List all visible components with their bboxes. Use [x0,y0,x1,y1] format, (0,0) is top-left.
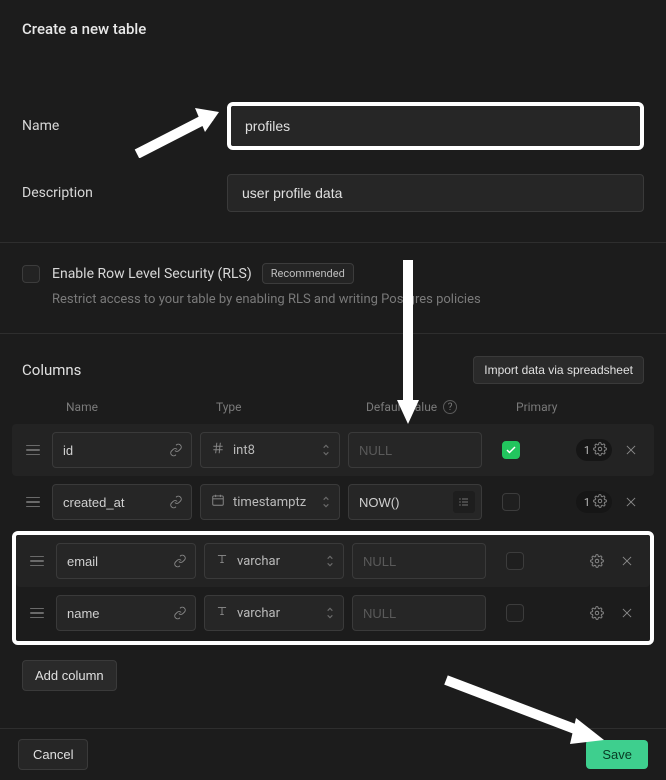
column-name-input[interactable] [63,443,157,458]
column-default-input-wrap [352,595,486,631]
link-icon[interactable] [173,606,187,620]
rls-description: Restrict access to your table by enablin… [52,292,644,307]
drag-handle-icon[interactable] [26,608,48,619]
settings-count-pill[interactable]: 1 [576,491,612,513]
column-row: int8 1 [12,424,654,476]
column-default-input[interactable] [359,443,447,458]
table-desc-label: Description [22,185,227,201]
column-name-input-wrap [52,484,192,520]
link-icon[interactable] [173,554,187,568]
list-icon[interactable] [453,491,475,513]
gear-icon [593,494,607,511]
column-row: varchar [16,587,650,639]
column-type-select[interactable]: varchar [204,595,344,631]
primary-checkbox[interactable] [502,441,520,459]
rls-recommended-badge: Recommended [262,263,354,284]
settings-count-pill[interactable]: 1 [576,439,612,461]
hash-icon [211,441,225,459]
columns-header-row: Name Type Default Value ? Primary [0,390,666,424]
updown-icon [325,606,335,620]
page-title: Create a new table [22,20,644,38]
rls-checkbox[interactable] [22,265,40,283]
column-type-label: timestamptz [233,495,306,510]
column-name-input[interactable] [63,495,157,510]
column-default-input[interactable] [359,495,447,510]
primary-checkbox[interactable] [506,604,524,622]
column-name-input-wrap [56,595,196,631]
column-default-input[interactable] [363,554,451,569]
settings-count: 1 [584,444,590,457]
cancel-button[interactable]: Cancel [18,739,88,770]
primary-checkbox[interactable] [506,552,524,570]
col-header-default: Default Value [366,400,437,414]
text-icon [215,552,229,570]
rls-title: Enable Row Level Security (RLS) [52,266,252,282]
columns-title: Columns [22,361,81,379]
gear-icon[interactable] [586,550,608,572]
column-name-input[interactable] [67,554,161,569]
column-default-input-wrap [348,484,482,520]
col-header-type: Type [216,400,366,414]
primary-checkbox[interactable] [502,493,520,511]
link-icon[interactable] [169,443,183,457]
updown-icon [321,443,331,457]
gear-icon [593,442,607,459]
add-column-button[interactable]: Add column [22,660,117,691]
column-row: timestamptz 1 [12,476,654,528]
table-name-input[interactable] [231,106,640,146]
column-type-label: varchar [237,554,280,569]
column-name-input[interactable] [67,606,161,621]
updown-icon [321,495,331,509]
save-button[interactable]: Save [586,740,648,769]
import-spreadsheet-button[interactable]: Import data via spreadsheet [473,356,644,384]
column-type-label: varchar [237,606,280,621]
drag-handle-icon[interactable] [26,556,48,567]
column-name-input-wrap [52,432,192,468]
column-type-select[interactable]: int8 [200,432,340,468]
column-type-select[interactable]: timestamptz [200,484,340,520]
column-type-select[interactable]: varchar [204,543,344,579]
col-header-primary: Primary [516,400,616,414]
calendar-icon [211,493,225,511]
close-icon[interactable] [620,439,642,461]
column-default-input-wrap [348,432,482,468]
table-desc-input[interactable] [227,174,644,212]
drag-handle-icon[interactable] [22,497,44,508]
close-icon[interactable] [620,491,642,513]
column-name-input-wrap [56,543,196,579]
drag-handle-icon[interactable] [22,445,44,456]
column-default-input-wrap [352,543,486,579]
gear-icon[interactable] [586,602,608,624]
column-type-label: int8 [233,443,255,458]
close-icon[interactable] [616,550,638,572]
updown-icon [325,554,335,568]
col-header-name: Name [66,400,216,414]
column-default-input[interactable] [363,606,451,621]
text-icon [215,604,229,622]
close-icon[interactable] [616,602,638,624]
column-row: varchar [16,535,650,587]
table-name-label: Name [22,118,227,134]
settings-count: 1 [584,496,590,509]
link-icon[interactable] [169,495,183,509]
help-icon[interactable]: ? [443,400,457,414]
